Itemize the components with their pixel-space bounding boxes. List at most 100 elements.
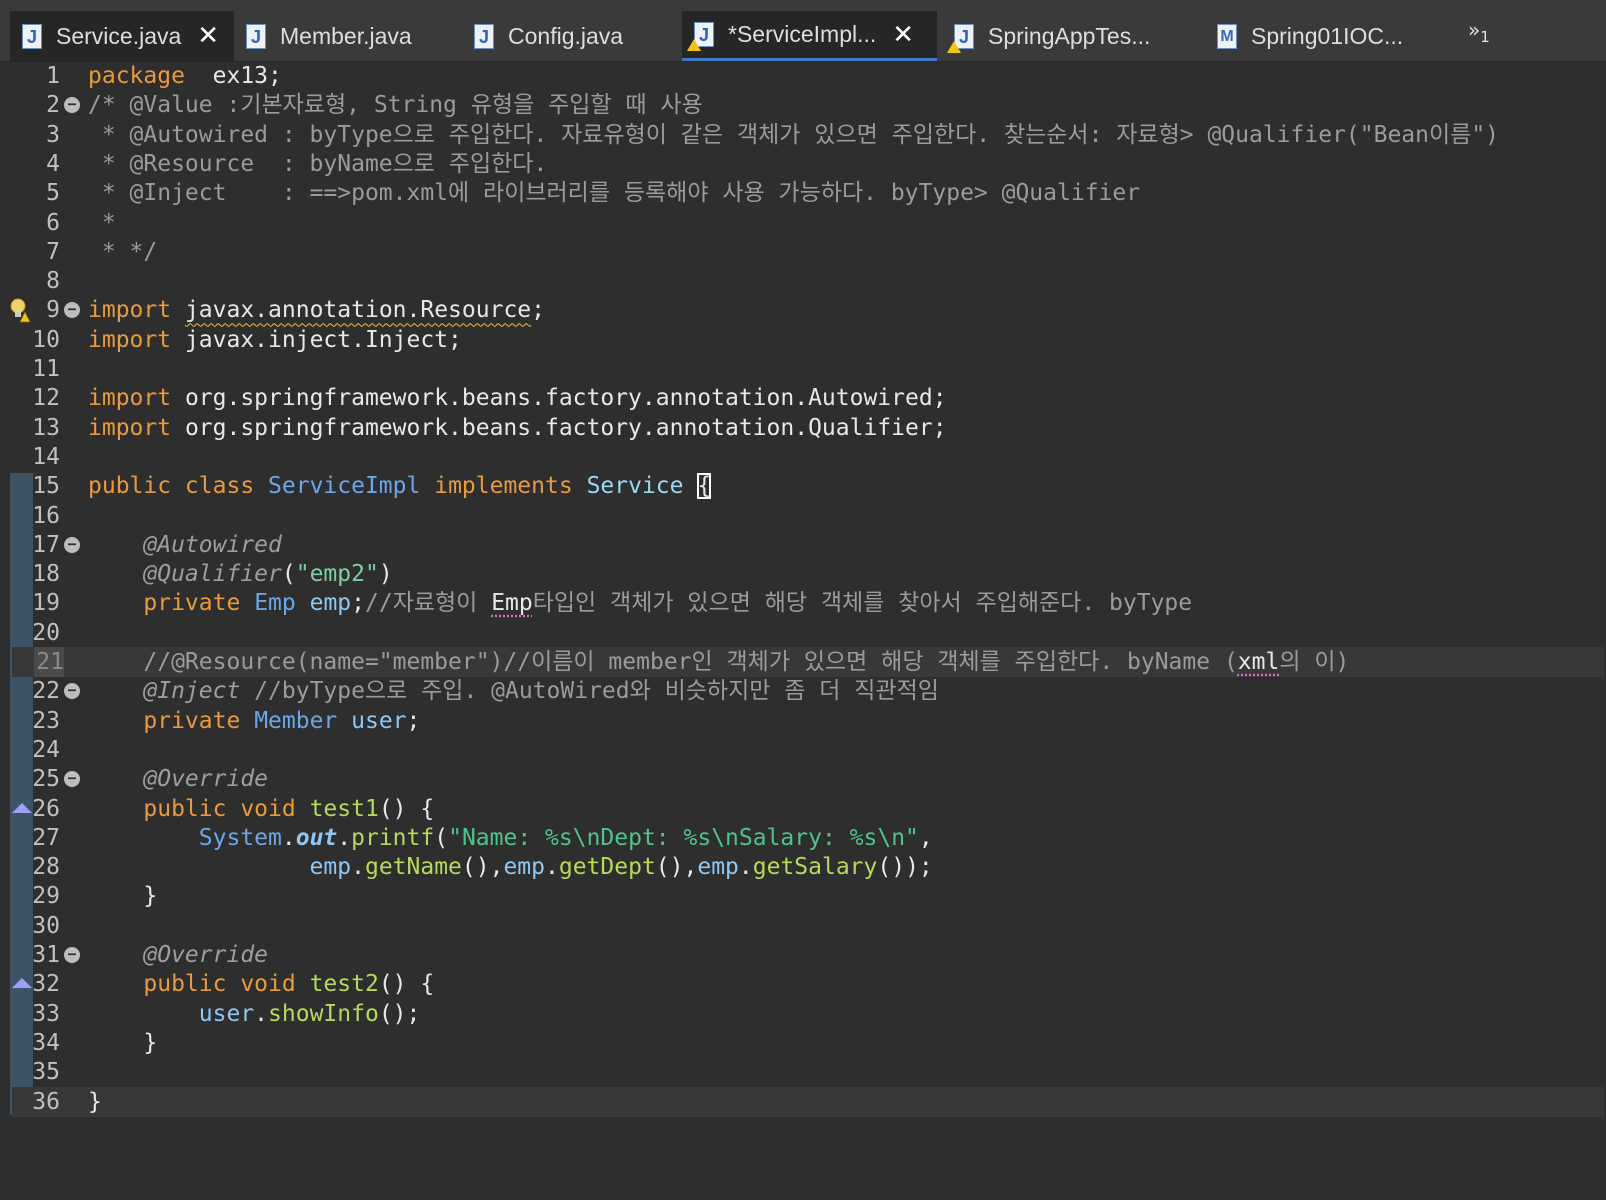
fold-toggle-icon[interactable]: − (64, 302, 80, 319)
line-number: 36 (32, 1088, 60, 1115)
code-line[interactable]: 11 (0, 354, 1606, 384)
tab-spring01ioc[interactable]: M Spring01IOC... (1205, 11, 1435, 61)
code-line[interactable]: 18 @Qualifier("emp2") (0, 559, 1606, 589)
tab-overflow-button[interactable]: »1 (1468, 18, 1490, 46)
code-text: public void test2() { (88, 969, 434, 999)
tab-member-java[interactable]: J Member.java (234, 11, 462, 61)
code-editor[interactable]: 1 package ex13; 2−/* @Value :기본자료형, String… (0, 63, 1606, 1200)
code-line[interactable]: 5 * @Inject : ==>pom.xml에 라이브러리를 등록해야 사용… (0, 178, 1606, 208)
code-line[interactable]: 22− @Inject //byType으로 주입. @AutoWired와 비… (0, 676, 1606, 706)
code-token: getName (364, 854, 462, 881)
code-line[interactable]: 14 (0, 442, 1606, 472)
code-token: user (88, 1000, 255, 1027)
code-token: ex13; (184, 63, 282, 89)
code-token: org.springframework.beans.factory.annota… (171, 414, 947, 441)
code-line[interactable]: 24 (0, 735, 1606, 765)
code-text: @Inject //byType으로 주입. @AutoWired와 비슷하지만… (88, 676, 939, 706)
code-line[interactable]: 36} (12, 1086, 1604, 1117)
code-line[interactable]: 8 (0, 266, 1606, 296)
code-line[interactable]: 9− import javax.annotation.Resource; (0, 295, 1606, 325)
fold-toggle-icon[interactable]: − (64, 683, 80, 700)
code-line[interactable]: 28 emp.getName(),emp.getDept(),emp.getSa… (0, 852, 1606, 882)
code-token: , (918, 824, 933, 851)
code-token: /* @Value :기본자료형, String 유형을 주입할 때 사용 (88, 92, 703, 119)
quick-fix-warning-icon[interactable] (9, 297, 31, 323)
code-line[interactable]: 25− @Override (0, 764, 1606, 794)
line-number: 18 (32, 561, 60, 588)
code-token: ( (434, 824, 449, 851)
code-token: printf (351, 824, 435, 851)
code-text: //@Resource(name="member")//이름이 member인 … (88, 647, 1349, 677)
fold-toggle-icon[interactable]: − (64, 97, 80, 114)
code-token: private (88, 707, 241, 734)
code-token: import (88, 297, 172, 324)
fold-toggle-icon[interactable]: − (64, 771, 80, 788)
tab-service-java[interactable]: J Service.java ✕ (10, 11, 234, 61)
tab-config-java[interactable]: J Config.java (462, 11, 682, 61)
line-number: 15 (32, 473, 60, 500)
code-line[interactable]: 6 * (0, 208, 1606, 238)
code-line[interactable]: 16 (0, 501, 1606, 531)
code-token: public void (88, 971, 296, 998)
code-line[interactable]: 4 * @Resource : byName으로 주입한다. (0, 149, 1606, 179)
tab-serviceimpl[interactable]: J *ServiceImpl... ✕ (682, 11, 937, 61)
code-line[interactable]: 19 private Emp emp;//자료형이 Emp타입인 객체가 있으면… (0, 588, 1606, 618)
line-number: 31 (32, 942, 60, 968)
code-text: private Member user; (88, 706, 420, 736)
code-text: * @Autowired : byType으로 주입한다. 자료유형이 같은 객… (88, 120, 1499, 150)
fold-toggle-icon[interactable]: − (64, 947, 80, 963)
code-line[interactable]: 20 (0, 618, 1606, 648)
code-line[interactable]: 17− @Autowired (0, 530, 1606, 560)
code-line[interactable]: 12 import org.springframework.beans.facto… (0, 383, 1606, 413)
code-line[interactable]: 32 public void test2() { (0, 969, 1606, 999)
code-line[interactable]: 2−/* @Value :기본자료형, String 유형을 주입할 때 사용 (0, 90, 1606, 120)
code-text: } (88, 1087, 102, 1117)
code-text: System.out.printf("Name: %s\nDept: %s\nS… (88, 823, 933, 853)
line-number: 13 (32, 414, 60, 441)
code-token: . (351, 854, 365, 881)
code-token: getDept (558, 854, 656, 881)
code-text: package ex13; (88, 61, 282, 91)
code-line[interactable]: 26 public void test1() { (0, 794, 1606, 824)
line-number: 22 (32, 678, 60, 705)
code-line[interactable]: 35 (0, 1057, 1606, 1087)
code-text: * */ (88, 237, 157, 267)
code-token: @Override (88, 942, 269, 968)
code-line[interactable]: 21 //@Resource(name="member")//이름이 membe… (12, 647, 1604, 677)
code-line[interactable]: 29 } (0, 881, 1606, 911)
code-token: org.springframework.beans.factory.annota… (171, 385, 947, 412)
code-token: Emp (254, 590, 296, 617)
java-file-icon: J (246, 23, 266, 49)
code-token: * (88, 209, 116, 236)
line-number: 12 (32, 385, 60, 412)
code-line[interactable]: 23 private Member user; (0, 706, 1606, 736)
tab-label: Spring01IOC... (1251, 22, 1404, 49)
code-line[interactable]: 1 package ex13; (0, 61, 1606, 91)
code-line[interactable]: 31− @Override (0, 940, 1606, 970)
code-token: * @Resource : byName으로 주입한다. (88, 150, 548, 177)
code-line[interactable]: 30 (0, 911, 1606, 941)
line-number: 30 (32, 912, 60, 939)
code-line[interactable]: 13 import org.springframework.beans.facto… (0, 413, 1606, 443)
fold-toggle-icon[interactable]: − (64, 536, 80, 553)
line-number: 35 (32, 1059, 60, 1086)
code-line[interactable]: 34 } (0, 1028, 1606, 1058)
tab-springapptes[interactable]: J SpringAppTes... (942, 11, 1205, 61)
code-line[interactable]: 3 * @Autowired : byType으로 주입한다. 자료유형이 같은… (0, 120, 1606, 150)
code-line[interactable]: 15 public class ServiceImpl implements Se… (0, 471, 1606, 501)
code-line[interactable]: 7 * */ (0, 237, 1606, 267)
code-token: //자료형이 (365, 590, 492, 617)
close-tab-icon[interactable]: ✕ (197, 21, 219, 51)
code-text: * @Resource : byName으로 주입한다. (88, 149, 547, 179)
code-line[interactable]: 33 user.showInfo(); (0, 999, 1606, 1029)
close-tab-icon[interactable]: ✕ (892, 20, 914, 50)
code-line[interactable]: 10 import javax.inject.Inject; (0, 325, 1606, 355)
code-line[interactable]: 27 System.out.printf("Name: %s\nDept: %s… (0, 823, 1606, 853)
warning-icon (687, 39, 701, 51)
